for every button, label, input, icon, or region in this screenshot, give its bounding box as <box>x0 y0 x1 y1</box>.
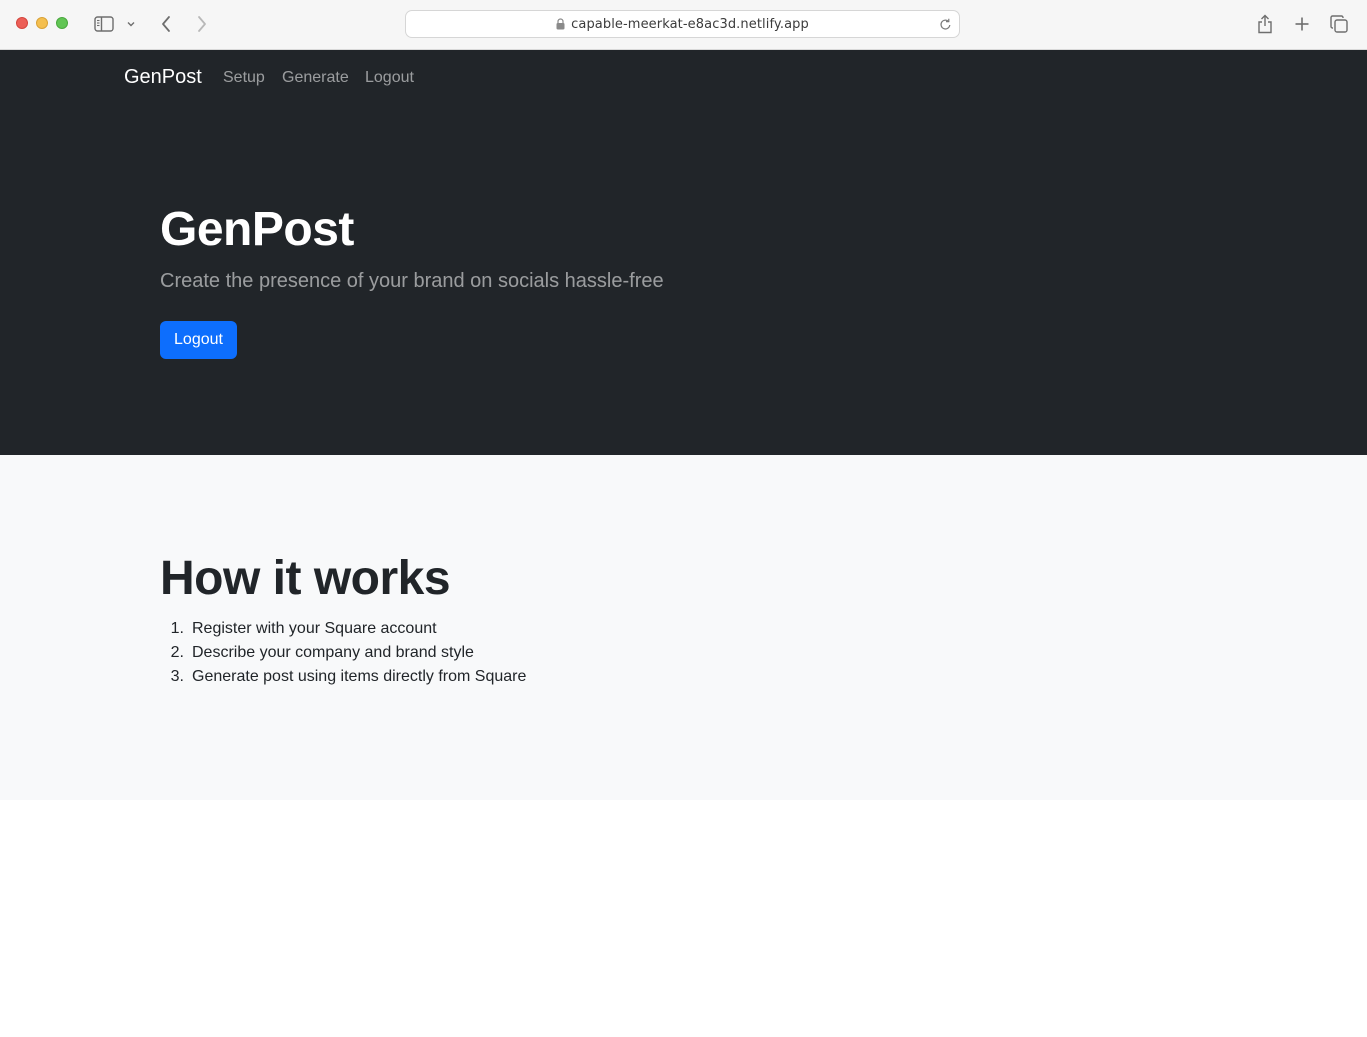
list-item: 1. Register with your Square account <box>160 617 526 641</box>
back-arrow-icon[interactable] <box>156 12 176 36</box>
minimize-window-button[interactable] <box>36 17 48 29</box>
nav-link-generate[interactable]: Generate <box>282 69 349 87</box>
step-number: 1. <box>170 620 184 637</box>
hero-section: GenPost Create the presence of your bran… <box>0 106 1367 455</box>
navbar: GenPost Setup Generate Logout <box>0 50 1367 106</box>
hero-title: GenPost <box>160 203 354 256</box>
step-text: Register with your Square account <box>192 620 437 637</box>
chevron-down-icon[interactable] <box>124 12 138 36</box>
section-title: How it works <box>160 552 451 605</box>
step-number: 2. <box>170 644 184 661</box>
url-text: capable-meerkat-e8ac3d.netlify.app <box>571 16 809 32</box>
close-window-button[interactable] <box>16 17 28 29</box>
list-item: 3. Generate post using items directly fr… <box>160 665 527 689</box>
hero-subtitle: Create the presence of your brand on soc… <box>160 270 664 292</box>
nav-link-logout[interactable]: Logout <box>365 69 414 87</box>
lock-icon <box>556 18 565 30</box>
step-text: Describe your company and brand style <box>192 644 474 661</box>
navbar-brand[interactable]: GenPost <box>124 66 202 89</box>
zoom-window-button[interactable] <box>56 17 68 29</box>
page-viewport: GenPost Setup Generate Logout GenPost Cr… <box>0 50 1367 1037</box>
forward-arrow-icon[interactable] <box>192 12 212 36</box>
plus-icon[interactable] <box>1291 12 1313 36</box>
logout-button[interactable]: Logout <box>160 321 237 359</box>
share-icon[interactable] <box>1254 12 1276 36</box>
how-it-works-section: How it works 1. Register with your Squar… <box>0 455 1367 800</box>
step-number: 3. <box>170 668 184 685</box>
reload-icon[interactable] <box>937 16 953 32</box>
browser-toolbar: capable-meerkat-e8ac3d.netlify.app <box>0 0 1367 50</box>
nav-link-setup[interactable]: Setup <box>223 69 265 87</box>
address-bar[interactable]: capable-meerkat-e8ac3d.netlify.app <box>405 10 960 38</box>
sidebar-icon[interactable] <box>92 12 116 36</box>
step-text: Generate post using items directly from … <box>192 668 527 685</box>
tab-overview-icon[interactable] <box>1328 12 1350 36</box>
steps-list: 1. Register with your Square account 2. … <box>160 617 527 689</box>
list-item: 2. Describe your company and brand style <box>160 641 526 665</box>
